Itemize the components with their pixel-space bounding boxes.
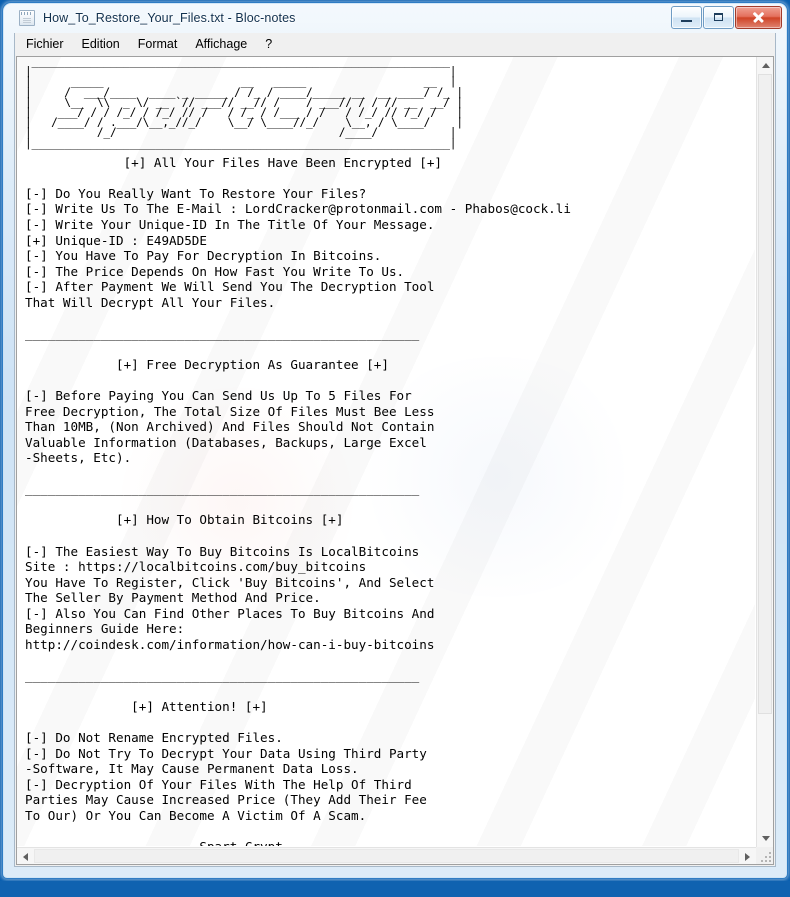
scroll-left-icon	[23, 852, 28, 861]
horizontal-scrollbar[interactable]	[17, 847, 756, 864]
horizontal-scroll-thumb[interactable]	[34, 849, 739, 863]
maximize-icon	[714, 13, 723, 21]
ascii-art-banner: ________________________________________…	[25, 57, 463, 150]
maximize-button[interactable]	[703, 6, 734, 29]
notepad-window: How_To_Restore_Your_Files.txt - Bloc-not…	[3, 3, 787, 878]
resize-grip-icon[interactable]	[760, 851, 771, 862]
minimize-button[interactable]	[671, 6, 702, 29]
scroll-right-button[interactable]	[739, 848, 756, 864]
scrollbar-corner	[756, 847, 773, 864]
vertical-scroll-thumb[interactable]	[758, 74, 772, 714]
scroll-up-button[interactable]	[757, 57, 773, 74]
scroll-down-icon	[761, 836, 770, 841]
menu-item-affichage[interactable]: Affichage	[186, 35, 256, 53]
client-area: Fichier Edition Format Affichage ? _____…	[14, 33, 776, 867]
menu-item-format[interactable]: Format	[129, 35, 187, 53]
vertical-scrollbar[interactable]	[756, 57, 773, 847]
notepad-icon	[19, 10, 35, 26]
menu-item-edition[interactable]: Edition	[73, 35, 129, 53]
window-controls	[671, 6, 782, 29]
text-canvas[interactable]: ________________________________________…	[17, 57, 755, 846]
title-bar[interactable]: How_To_Restore_Your_Files.txt - Bloc-not…	[3, 3, 787, 33]
menu-bar: Fichier Edition Format Affichage ?	[15, 33, 775, 55]
menu-item-help[interactable]: ?	[256, 35, 281, 53]
menu-item-fichier[interactable]: Fichier	[17, 35, 73, 53]
scroll-right-icon	[745, 852, 750, 861]
scroll-left-button[interactable]	[17, 848, 34, 864]
close-icon	[752, 11, 765, 24]
close-button[interactable]	[735, 6, 782, 29]
text-editor[interactable]: ________________________________________…	[16, 56, 774, 865]
minimize-icon	[681, 20, 692, 22]
scroll-up-icon	[761, 63, 770, 68]
window-title: How_To_Restore_Your_Files.txt - Bloc-not…	[43, 11, 296, 25]
scroll-down-button[interactable]	[757, 830, 773, 847]
ransom-note-body: [+] All Your Files Have Been Encrypted […	[25, 154, 571, 846]
desktop-background-strip	[0, 881, 790, 897]
